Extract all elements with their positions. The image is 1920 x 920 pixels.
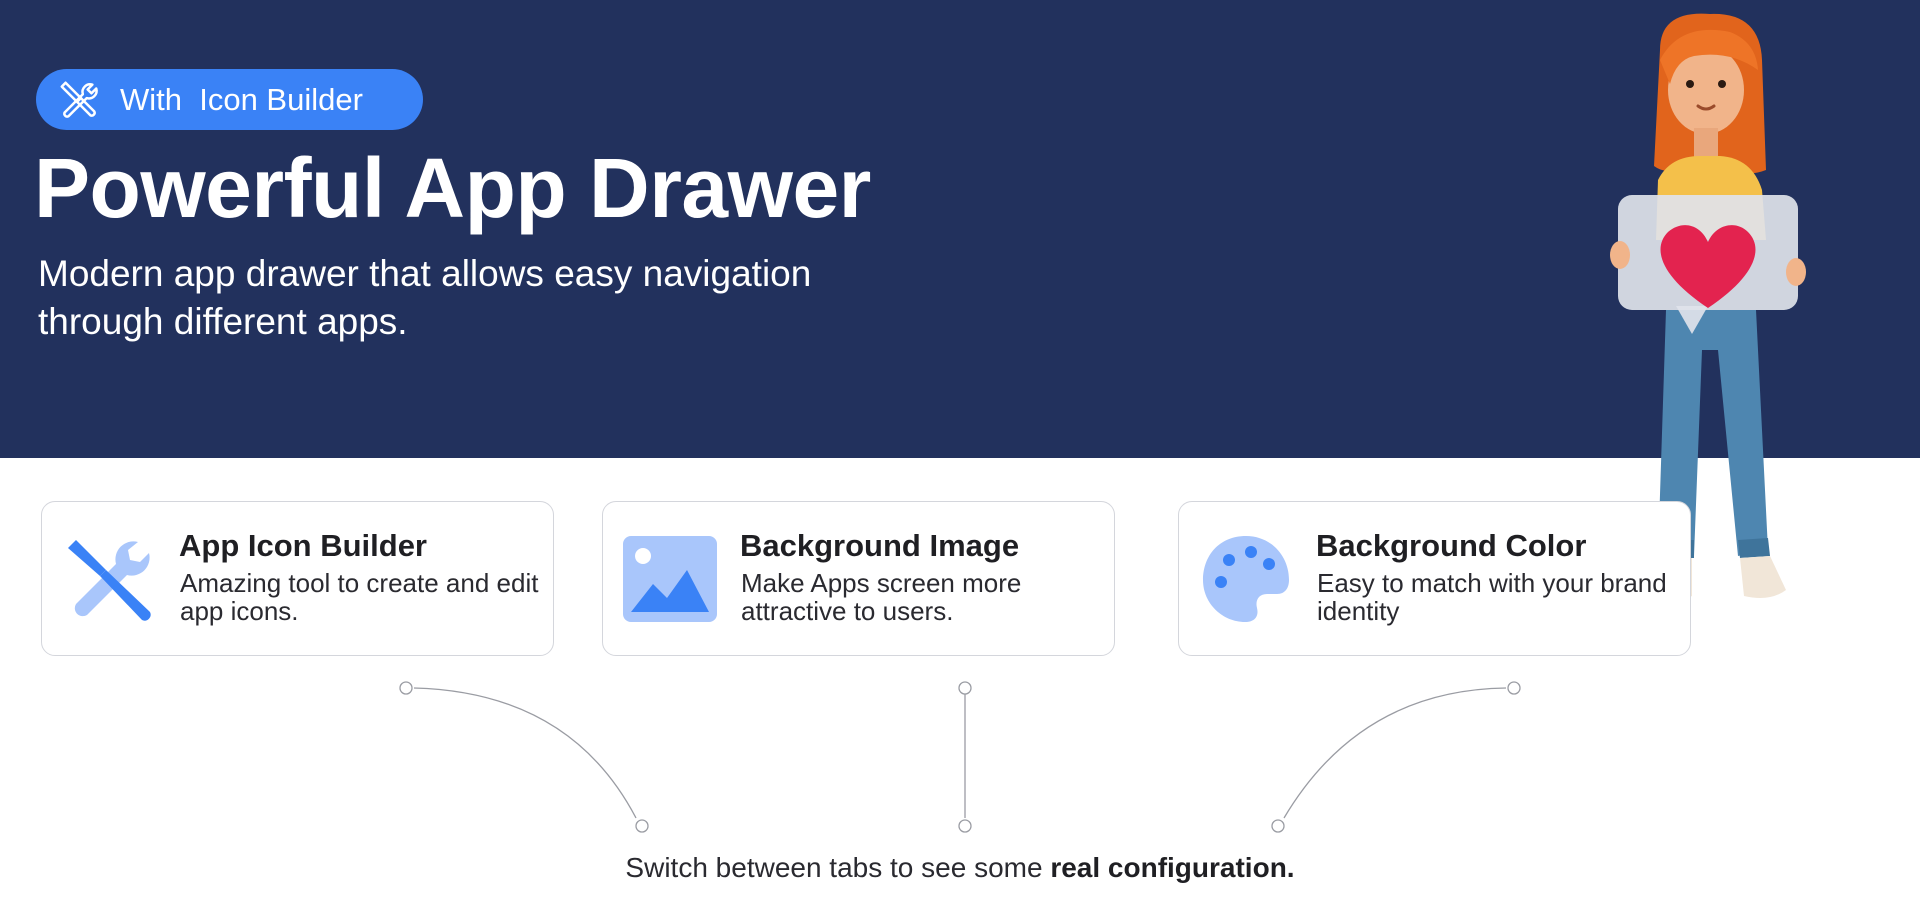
feature-title: Background Image bbox=[740, 528, 1020, 563]
feature-title: Background Color bbox=[1316, 528, 1587, 563]
tools-icon bbox=[60, 81, 98, 118]
feature-description: Make Apps screen more attractive to user… bbox=[741, 568, 1022, 626]
badge-label: With Icon Builder bbox=[120, 81, 363, 117]
feature-card-background-color[interactable]: Background Color Easy to match with your… bbox=[1178, 501, 1691, 656]
footer-note: Switch between tabs to see some real con… bbox=[0, 852, 1920, 884]
connector-lines bbox=[399, 681, 1521, 833]
footer-note-emphasis: real configuration. bbox=[1050, 852, 1295, 883]
palette-icon bbox=[1203, 536, 1289, 622]
page-subtitle: Modern app drawer that allows easy navig… bbox=[38, 253, 812, 342]
icon-builder-badge[interactable]: With Icon Builder bbox=[36, 69, 423, 130]
feature-card-background-image[interactable]: Background Image Make Apps screen more a… bbox=[602, 501, 1115, 656]
footer-note-text: Switch between tabs to see some bbox=[625, 852, 1051, 883]
feature-description: Easy to match with your brand identity bbox=[1317, 568, 1667, 626]
image-icon bbox=[623, 536, 717, 622]
wrench-screwdriver-icon bbox=[68, 540, 151, 621]
feature-card-app-icon-builder[interactable]: App Icon Builder Amazing tool to create … bbox=[41, 501, 554, 656]
feature-title: App Icon Builder bbox=[179, 528, 427, 563]
feature-description: Amazing tool to create and edit app icon… bbox=[180, 568, 539, 626]
page-title: Powerful App Drawer bbox=[34, 141, 871, 235]
